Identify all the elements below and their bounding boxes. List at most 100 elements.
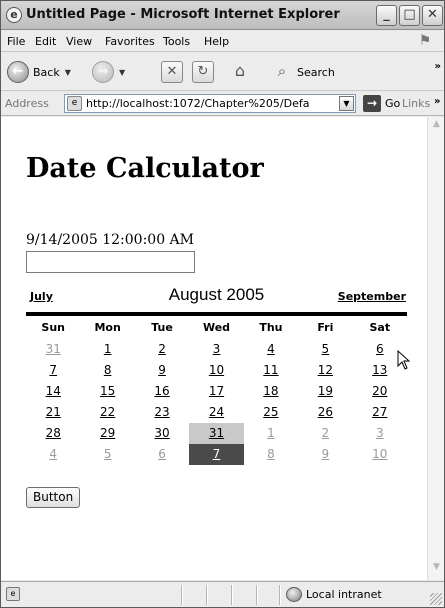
maximize-button[interactable]: □ [399, 5, 420, 26]
forward-arrow-icon: → [92, 61, 114, 83]
menu-tools[interactable]: Tools [163, 35, 190, 48]
toolbar: ← Back ▼ → ▼ ✕ ↻ ⌂ ⌕ Search » [1, 53, 444, 91]
status-separator [181, 585, 183, 605]
calendar-day[interactable]: 5 [80, 444, 134, 465]
page-content: Date Calculator 9/14/2005 12:00:00 AM Ju… [1, 117, 427, 580]
calendar-day[interactable]: 1 [80, 339, 134, 360]
refresh-button[interactable]: ↻ [192, 59, 214, 85]
calendar-day[interactable]: 2 [298, 423, 352, 444]
calendar-day[interactable]: 10 [189, 360, 243, 381]
links-overflow-icon[interactable]: » [434, 96, 440, 107]
calendar-day[interactable]: 31 [189, 423, 244, 444]
menu-edit[interactable]: Edit [35, 35, 56, 48]
close-button[interactable]: ✕ [422, 5, 443, 26]
search-button[interactable]: ⌕ Search [271, 59, 335, 85]
calendar-day[interactable]: 22 [80, 402, 134, 423]
address-field[interactable]: e http://localhost:1072/Chapter%205/Defa… [64, 94, 356, 113]
calendar-day[interactable]: 20 [353, 381, 407, 402]
scroll-down-icon[interactable]: ▼ [429, 562, 444, 578]
calendar-day[interactable]: 7 [189, 444, 244, 465]
address-dropdown-icon[interactable]: ▼ [339, 96, 354, 111]
calendar-day[interactable]: 28 [26, 423, 80, 444]
security-zone-label: Local intranet [306, 588, 382, 601]
status-separator [279, 585, 281, 605]
minimize-button[interactable]: _ [376, 5, 397, 26]
menu-help[interactable]: Help [204, 35, 229, 48]
calendar-day[interactable]: 9 [135, 360, 189, 381]
calendar-day[interactable]: 2 [135, 339, 189, 360]
calendar-day[interactable]: 23 [135, 402, 189, 423]
day-header-sun: Sun [41, 321, 65, 334]
menu-bar: File Edit View Favorites Tools Help ⚑ [1, 31, 444, 52]
title-bar[interactable]: e Untitled Page - Microsoft Internet Exp… [1, 1, 444, 30]
calendar-day[interactable]: 30 [135, 423, 189, 444]
calendar-day[interactable]: 24 [189, 402, 243, 423]
intranet-zone-icon [286, 587, 302, 602]
day-header-tue: Tue [151, 321, 173, 334]
search-icon: ⌕ [277, 62, 287, 80]
calendar-nav: July August 2005 September [26, 282, 407, 308]
links-button[interactable]: Links [402, 97, 430, 110]
calendar-day[interactable]: 8 [80, 360, 134, 381]
vertical-scrollbar[interactable]: ▲ ▼ [427, 117, 444, 580]
calendar-divider [26, 312, 407, 316]
calendar-day[interactable]: 10 [353, 444, 407, 465]
page-status-icon: e [6, 587, 20, 601]
calendar-day[interactable]: 16 [135, 381, 189, 402]
page-submit-button[interactable]: Button [26, 487, 81, 508]
menu-view[interactable]: View [66, 35, 92, 48]
calendar-day[interactable]: 9 [298, 444, 352, 465]
calendar-day[interactable]: 29 [80, 423, 134, 444]
back-button[interactable]: ← Back ▼ [7, 59, 71, 85]
calendar-day[interactable]: 19 [298, 381, 352, 402]
forward-dropdown-icon[interactable]: ▼ [119, 68, 125, 77]
calendar-next-month-link[interactable]: September [338, 290, 406, 303]
calendar-day[interactable]: 11 [244, 360, 298, 381]
home-icon: ⌂ [234, 61, 246, 80]
datetime-label: 9/14/2005 12:00:00 AM [26, 232, 195, 248]
day-header-mon: Mon [94, 321, 121, 334]
calendar-day[interactable]: 5 [298, 339, 352, 360]
resize-grip-icon[interactable] [430, 593, 442, 605]
scroll-up-icon[interactable]: ▲ [429, 119, 444, 135]
calendar-day[interactable]: 8 [244, 444, 298, 465]
page-title: Date Calculator [26, 153, 264, 184]
stop-button[interactable]: ✕ [161, 59, 183, 85]
calendar-day[interactable]: 27 [353, 402, 407, 423]
menu-file[interactable]: File [7, 35, 25, 48]
address-url[interactable]: http://localhost:1072/Chapter%205/Defa [86, 97, 339, 110]
calendar-day[interactable]: 4 [26, 444, 80, 465]
back-label: Back [33, 65, 60, 79]
window-title: Untitled Page - Microsoft Internet Explo… [26, 7, 340, 22]
calendar-day[interactable]: 15 [80, 381, 134, 402]
calendar-day[interactable]: 3 [189, 339, 243, 360]
day-header-sat: Sat [369, 321, 391, 334]
ie-app-icon[interactable]: e [6, 7, 22, 23]
go-button[interactable]: → Go [363, 95, 400, 112]
calendar-day[interactable]: 31 [26, 339, 80, 360]
calendar-day[interactable]: 7 [26, 360, 80, 381]
calendar-day[interactable]: 18 [244, 381, 298, 402]
calendar-day[interactable]: 17 [189, 381, 243, 402]
calendar-day[interactable]: 1 [244, 423, 298, 444]
calendar-day[interactable]: 6 [135, 444, 189, 465]
day-header-fri: Fri [317, 321, 334, 334]
menu-favorites[interactable]: Favorites [105, 35, 155, 48]
calendar-day[interactable]: 3 [353, 423, 407, 444]
status-separator [231, 585, 233, 605]
calendar-day[interactable]: 14 [26, 381, 80, 402]
day-header-wed: Wed [202, 321, 231, 334]
back-arrow-icon: ← [7, 61, 29, 83]
back-dropdown-icon[interactable]: ▼ [65, 68, 71, 77]
status-separator [206, 585, 208, 605]
toolbar-overflow-icon[interactable]: » [435, 61, 441, 72]
calendar-day[interactable]: 21 [26, 402, 80, 423]
date-textbox[interactable] [26, 251, 195, 273]
home-button[interactable]: ⌂ [229, 59, 251, 85]
calendar-day[interactable]: 12 [298, 360, 352, 381]
calendar-day[interactable]: 26 [298, 402, 352, 423]
refresh-icon: ↻ [192, 61, 214, 83]
calendar-day[interactable]: 4 [244, 339, 298, 360]
forward-button[interactable]: → ▼ [92, 59, 125, 85]
calendar-day[interactable]: 25 [244, 402, 298, 423]
